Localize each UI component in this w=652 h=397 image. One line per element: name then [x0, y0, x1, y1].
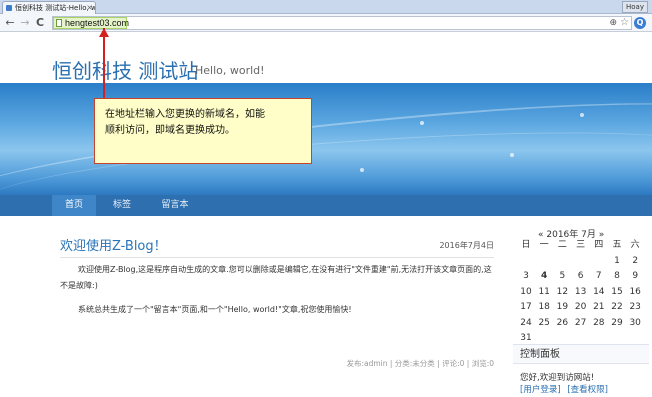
annotation-arrow-head: [99, 28, 109, 37]
calendar-day[interactable]: 15: [608, 285, 626, 299]
favicon-icon: [6, 5, 12, 11]
window-button[interactable]: Hoay: [622, 1, 648, 13]
calendar-day[interactable]: 17: [517, 300, 535, 314]
calendar-day[interactable]: 6: [572, 269, 590, 283]
bookmark-star-icon[interactable]: ☆: [620, 17, 629, 29]
annotation-callout: 在地址栏输入您更换的新域名，如能 顺利访问，即域名更换成功。: [94, 98, 312, 164]
rights-link[interactable]: [查看权限]: [567, 385, 608, 395]
annotation-line: 在地址栏输入您更换的新域名，如能: [105, 109, 265, 120]
browser-tabstrip: 恒创科技 测试站-Hello, w × Hoay: [0, 0, 652, 14]
calendar-day[interactable]: 4: [535, 269, 553, 283]
forward-icon[interactable]: →: [18, 16, 32, 30]
login-link[interactable]: [用户登录]: [520, 385, 561, 395]
calendar-weekday: 三: [576, 240, 586, 250]
post-divider: [60, 257, 494, 258]
site-subtitle: Hello, world!: [195, 64, 265, 77]
calendar-day[interactable]: 18: [535, 300, 553, 314]
annotation-line: 顺利访问，即域名更换成功。: [105, 125, 235, 136]
zoom-icon[interactable]: ⊕: [609, 17, 617, 29]
back-icon[interactable]: ←: [3, 16, 17, 30]
calendar-weekday: 一: [539, 240, 549, 250]
calendar-weekday: 四: [594, 240, 604, 250]
calendar-day[interactable]: 2: [626, 254, 644, 268]
calendar-day[interactable]: 24: [517, 316, 535, 330]
calendar-weekday: 二: [557, 240, 567, 250]
calendar-day[interactable]: 8: [608, 269, 626, 283]
banner-sparkle: [420, 121, 424, 125]
nav-item-home[interactable]: 首页: [52, 195, 96, 216]
browser-toolbar: ← → C hengtest03.com ⊕ ☆ Q: [0, 14, 652, 32]
annotation-arrow: [103, 28, 105, 98]
calendar-weekday: 五: [612, 240, 622, 250]
nav-item-guestbook[interactable]: 留言本: [150, 195, 200, 216]
post-paragraph: 欢迎使用Z-Blog,这是程序自动生成的文章.您可以删除或是编辑它,在没有进行"…: [60, 265, 492, 290]
extension-icon[interactable]: Q: [634, 17, 646, 29]
tab-title: 恒创科技 测试站-Hello, w: [15, 4, 96, 12]
calendar-day[interactable]: 19: [553, 300, 571, 314]
banner-sparkle: [510, 153, 514, 157]
calendar-day[interactable]: 1: [608, 254, 626, 268]
post-title[interactable]: 欢迎使用Z-Blog！: [60, 235, 167, 254]
calendar-weekday: 六: [630, 240, 640, 250]
calendar-day[interactable]: 3: [517, 269, 535, 283]
calendar-day[interactable]: 22: [608, 300, 626, 314]
calendar-day[interactable]: 5: [553, 269, 571, 283]
control-panel-title: 控制面板: [513, 344, 649, 364]
post-date: 2016年7月4日: [439, 241, 494, 250]
address-bar[interactable]: hengtest03.com ⊕ ☆: [52, 16, 632, 30]
calendar-weekday: 日: [521, 240, 531, 250]
address-url[interactable]: hengtest03.com: [65, 17, 129, 29]
calendar-day[interactable]: 23: [626, 300, 644, 314]
post-meta: 发布:admin | 分类:未分类 | 评论:0 | 浏览:0: [346, 359, 494, 368]
calendar-day[interactable]: 28: [590, 316, 608, 330]
banner-sparkle: [580, 113, 584, 117]
calendar-day[interactable]: 25: [535, 316, 553, 330]
calendar-day[interactable]: 20: [572, 300, 590, 314]
calendar-day[interactable]: 13: [572, 285, 590, 299]
calendar-day[interactable]: 21: [590, 300, 608, 314]
reload-icon[interactable]: C: [33, 16, 47, 30]
post-body: 欢迎使用Z-Blog,这是程序自动生成的文章.您可以删除或是编辑它,在没有进行"…: [60, 262, 494, 326]
calendar-day[interactable]: 27: [572, 316, 590, 330]
site-title[interactable]: 恒创科技 测试站: [52, 55, 198, 84]
calendar-day[interactable]: 30: [626, 316, 644, 330]
calendar-day[interactable]: 7: [590, 269, 608, 283]
control-panel-links: [用户登录] [查看权限]: [520, 383, 612, 395]
page-icon: [56, 19, 62, 27]
browser-tab[interactable]: 恒创科技 测试站-Hello, w ×: [2, 1, 96, 14]
calendar-day[interactable]: 29: [608, 316, 626, 330]
calendar-day[interactable]: 31: [517, 331, 535, 345]
banner-sparkle: [360, 168, 364, 172]
tab-close-icon[interactable]: ×: [86, 2, 93, 14]
calendar-day[interactable]: 12: [553, 285, 571, 299]
post-paragraph: 系统总共生成了一个"留言本"页面,和一个"Hello, world!"文章,祝您…: [78, 305, 352, 314]
calendar-day[interactable]: 11: [535, 285, 553, 299]
calendar-day[interactable]: 14: [590, 285, 608, 299]
calendar-day[interactable]: 16: [626, 285, 644, 299]
calendar-day[interactable]: 26: [553, 316, 571, 330]
control-panel-welcome: 您好,欢迎到访网站!: [520, 373, 595, 383]
calendar-day[interactable]: 10: [517, 285, 535, 299]
calendar-day[interactable]: 9: [626, 269, 644, 283]
main-nav: 首页 标签 留言本: [0, 195, 652, 216]
nav-item-tags[interactable]: 标签: [100, 195, 144, 216]
